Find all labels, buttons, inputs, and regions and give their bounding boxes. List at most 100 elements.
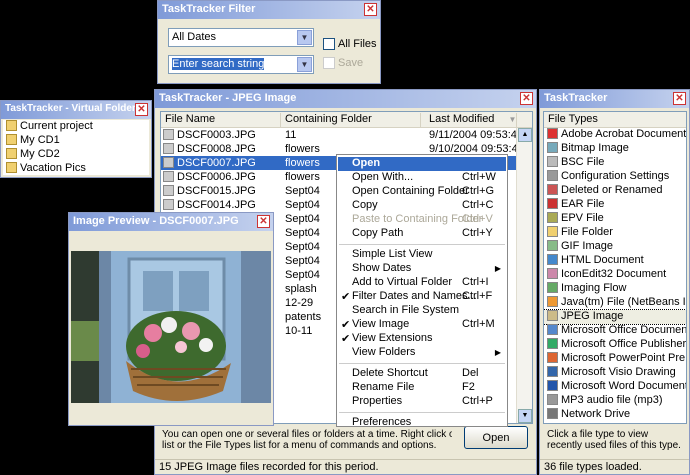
checkbox-box[interactable] (323, 57, 335, 70)
menu-item[interactable]: Copy Path Ctrl+Y (338, 227, 506, 241)
file-name-cell: DSCF0006.JPG (163, 171, 281, 183)
menu-item-label: Properties (352, 395, 403, 407)
file-type-item[interactable]: GIF Image (544, 240, 686, 254)
file-type-item[interactable]: EAR File (544, 198, 686, 212)
close-icon[interactable]: ✕ (135, 103, 148, 116)
scroll-down-icon[interactable]: ▼ (518, 409, 532, 423)
file-type-item[interactable]: EPV File (544, 212, 686, 226)
file-type-item[interactable]: Microsoft Visio Drawing (544, 366, 686, 380)
column-header-name[interactable]: File Name (161, 113, 281, 127)
file-type-item[interactable]: Imaging Flow (544, 282, 686, 296)
list-item[interactable]: Vacation Pics (3, 162, 149, 176)
file-type-item[interactable]: Configuration Settings (544, 170, 686, 184)
file-type-item[interactable]: JPEG Image (544, 309, 686, 325)
file-type-item[interactable]: Microsoft Word Document (544, 380, 686, 394)
column-label: File Name (165, 113, 216, 125)
file-type-label: Microsoft Office Documen... (561, 324, 687, 336)
close-icon[interactable]: ✕ (364, 3, 377, 16)
menu-item-label: Simple List View (352, 248, 433, 260)
filter-window: TaskTracker Filter ✕ All Dates ▼ All Files… (157, 0, 381, 84)
checkbox-box[interactable] (323, 38, 335, 51)
file-type-label: Java(tm) File (NetBeans I... (561, 296, 687, 308)
menu-item[interactable]: Search in File System (338, 304, 506, 318)
column-header-folder[interactable]: Containing Folder (281, 113, 421, 127)
file-type-item[interactable]: Bitmap Image (544, 142, 686, 156)
save-label: Save (338, 57, 364, 69)
scroll-up-icon[interactable]: ▲ (518, 128, 532, 142)
file-type-icon (547, 170, 558, 181)
check-icon: ✔ (341, 291, 351, 303)
filter-titlebar[interactable]: TaskTracker Filter ✕ (158, 1, 380, 19)
file-type-label: JPEG Image (561, 310, 624, 322)
menu-item[interactable]: Open Containing Folder Ctrl+G (338, 185, 506, 199)
menu-item[interactable]: ✔ View Image Ctrl+M (338, 318, 506, 332)
menu-item[interactable]: Copy Ctrl+C (338, 199, 506, 213)
menu-item[interactable]: Open With... Ctrl+W (338, 171, 506, 185)
search-input[interactable]: Enter search string ▼ (168, 55, 314, 74)
check-icon: ✔ (341, 333, 351, 345)
file-list-scrollbar[interactable]: ▲ ▼ (516, 128, 532, 423)
file-type-label: Deleted or Renamed (561, 184, 663, 196)
menu-item[interactable]: Show Dates ▶ (338, 262, 506, 276)
menu-item[interactable]: Paste to Containing Folder Ctrl+V (338, 213, 506, 227)
menu-item[interactable]: Add to Virtual Folder Ctrl+I (338, 276, 506, 290)
file-type-label: Bitmap Image (561, 142, 629, 154)
main-titlebar[interactable]: TaskTracker - JPEG Image ✕ (155, 90, 536, 108)
save-checkbox[interactable]: Save (323, 57, 364, 70)
file-type-item[interactable]: Java(tm) File (NetBeans I... (544, 296, 686, 310)
file-type-item[interactable]: Microsoft PowerPoint Pre... (544, 352, 686, 366)
column-header-modified[interactable]: Last Modified ▼ (421, 113, 517, 127)
menu-item[interactable]: Delete Shortcut Del (338, 367, 506, 381)
file-type-item[interactable]: IconEdit32 Document (544, 268, 686, 282)
file-type-item[interactable]: HTML Document (544, 254, 686, 268)
date-range-select[interactable]: All Dates ▼ (168, 28, 314, 47)
virtual-folders-titlebar[interactable]: TaskTracker - Virtual Folders ✕ (1, 101, 151, 119)
menu-item[interactable]: ✔ View Extensions (338, 332, 506, 346)
list-item[interactable]: Current project (3, 120, 149, 134)
close-icon[interactable]: ✕ (257, 215, 270, 228)
list-item[interactable]: My CD2 (3, 148, 149, 162)
file-type-item[interactable]: Microsoft Office Documen... (544, 324, 686, 338)
file-name: DSCF0014.JPG (177, 199, 256, 211)
all-files-checkbox[interactable]: All Files (323, 38, 377, 51)
menu-item[interactable]: View Folders ▶ (338, 346, 506, 360)
search-value: Enter search string (172, 58, 265, 70)
file-type-item[interactable]: BSC File (544, 156, 686, 170)
file-type-label: Microsoft PowerPoint Pre... (561, 352, 687, 364)
file-type-item[interactable]: Deleted or Renamed (544, 184, 686, 198)
file-types-window: TaskTracker ✕ File Types Adobe Acrobat Do… (539, 89, 690, 475)
hint-line-1: You can open one or several files or fol… (162, 429, 452, 440)
menu-item[interactable]: Properties Ctrl+P (338, 395, 506, 409)
table-row[interactable]: DSCF0003.JPG 11 9/11/2004 09:53:44 (161, 128, 532, 142)
file-types-titlebar[interactable]: TaskTracker ✕ (540, 90, 689, 108)
column-header-file-types[interactable]: File Types (544, 113, 686, 127)
file-type-item[interactable]: File Folder (544, 226, 686, 240)
menu-item[interactable]: Open (338, 157, 506, 171)
file-type-label: Network Drive (561, 408, 631, 420)
menu-shortcut: Ctrl+M (462, 318, 495, 330)
menu-item[interactable]: ✔ Filter Dates and Names... Ctrl+F (338, 290, 506, 304)
file-type-icon (547, 254, 558, 265)
file-type-label: Microsoft Word Document (561, 380, 687, 392)
file-type-item[interactable]: MP3 audio file (mp3) (544, 394, 686, 408)
submenu-arrow-icon: ▶ (494, 264, 501, 273)
close-icon[interactable]: ✕ (673, 92, 686, 105)
file-type-item[interactable]: Network Drive (544, 408, 686, 422)
folder-label: My CD1 (20, 134, 60, 146)
file-name-cell: DSCF0015.JPG (163, 185, 281, 197)
file-type-icon (547, 310, 558, 321)
menu-item[interactable]: Rename File F2 (338, 381, 506, 395)
chevron-down-icon[interactable]: ▼ (297, 30, 312, 45)
menu-shortcut: Ctrl+W (462, 171, 496, 183)
list-item[interactable]: My CD1 (3, 134, 149, 148)
close-icon[interactable]: ✕ (520, 92, 533, 105)
jpeg-file-icon (163, 171, 174, 182)
file-name: DSCF0003.JPG (177, 129, 256, 141)
menu-item[interactable]: Simple List View (338, 248, 506, 262)
chevron-down-icon[interactable]: ▼ (297, 57, 312, 72)
file-type-icon (547, 226, 558, 237)
menu-item[interactable]: Preferences (338, 416, 506, 430)
file-type-item[interactable]: Adobe Acrobat Document (544, 128, 686, 142)
preview-titlebar[interactable]: Image Preview - DSCF0007.JPG ✕ (69, 213, 273, 231)
file-type-item[interactable]: Microsoft Office Publisher... (544, 338, 686, 352)
